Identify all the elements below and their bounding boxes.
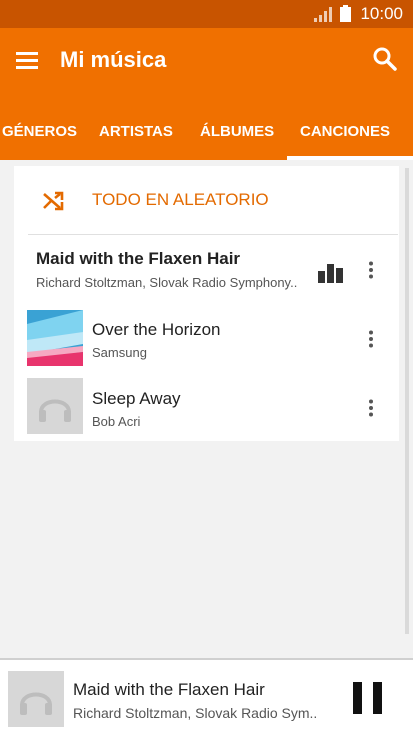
tab-generos[interactable]: GÉNEROS (2, 94, 77, 160)
shuffle-icon (43, 191, 64, 211)
page-title: Mi música (60, 47, 167, 72)
search-icon[interactable] (372, 46, 398, 72)
player-title: Maid with the Flaxen Hair (73, 680, 265, 699)
pause-icon[interactable] (351, 680, 385, 716)
scrollbar[interactable] (405, 168, 409, 634)
menu-icon[interactable] (16, 50, 40, 70)
status-bar: 10:00 (0, 0, 413, 28)
more-options-icon[interactable] (368, 399, 374, 417)
song-artist: Bob Acri (92, 414, 141, 429)
more-options-icon[interactable] (368, 261, 374, 279)
tab-artistas[interactable]: ARTISTAS (99, 94, 173, 160)
song-title: Sleep Away (92, 389, 181, 408)
shuffle-label: TODO EN ALEATORIO (92, 190, 269, 209)
song-artist: Richard Stoltzman, Slovak Radio Symphony… (36, 275, 298, 290)
player-artist: Richard Stoltzman, Slovak Radio Sym.. (73, 705, 318, 721)
list-item[interactable]: Sleep Away Bob Acri (14, 375, 399, 441)
song-title: Over the Horizon (92, 320, 221, 339)
list-item[interactable]: Maid with the Flaxen Hair Richard Stoltz… (14, 235, 399, 305)
mini-player[interactable]: Maid with the Flaxen Hair Richard Stoltz… (0, 660, 413, 736)
song-title: Maid with the Flaxen Hair (36, 249, 241, 268)
list-item[interactable]: Over the Horizon Samsung (14, 305, 399, 375)
album-art (27, 310, 83, 366)
signal-icon (314, 7, 332, 22)
tab-bar: GÉNEROS ARTISTAS ÁLBUMES CANCIONES (0, 94, 413, 160)
song-list: TODO EN ALEATORIO Maid with the Flaxen H… (14, 166, 399, 441)
song-artist: Samsung (92, 345, 147, 360)
status-time: 10:00 (360, 4, 403, 23)
tab-indicator (287, 156, 413, 160)
tab-canciones[interactable]: CANCIONES (300, 94, 390, 160)
now-playing-equalizer-icon (318, 264, 343, 283)
shuffle-all-button[interactable]: TODO EN ALEATORIO (14, 166, 399, 234)
headphones-placeholder-art (27, 378, 83, 434)
headphones-placeholder-art (8, 671, 64, 727)
tab-albumes[interactable]: ÁLBUMES (200, 94, 274, 160)
more-options-icon[interactable] (368, 330, 374, 348)
battery-icon (340, 5, 351, 22)
app-bar: Mi música (0, 28, 413, 94)
